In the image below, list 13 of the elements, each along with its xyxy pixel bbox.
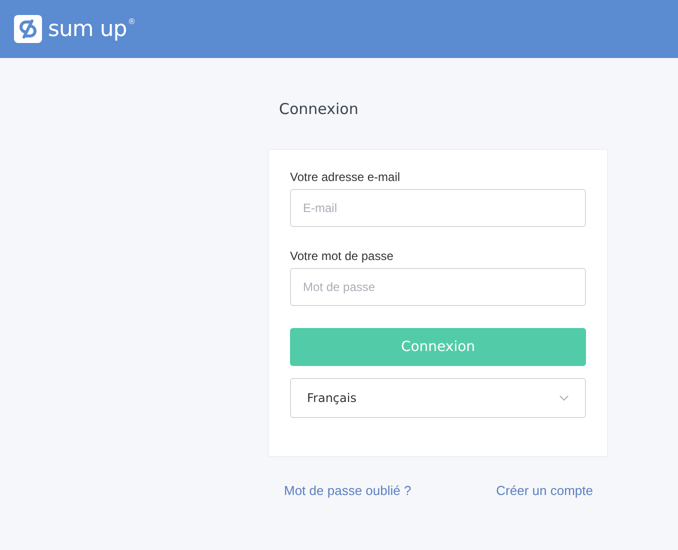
chevron-down-icon bbox=[559, 395, 569, 401]
email-field[interactable]: E-mail bbox=[290, 189, 586, 227]
page-title: Connexion bbox=[279, 100, 360, 120]
registered-mark: ® bbox=[128, 17, 135, 26]
password-field[interactable]: Mot de passe bbox=[290, 268, 586, 306]
language-select[interactable]: Français bbox=[290, 378, 586, 418]
field-label: Votre mot de passe bbox=[290, 249, 394, 263]
logo-icon bbox=[14, 15, 42, 43]
login-button[interactable]: Connexion bbox=[290, 328, 586, 366]
forgot-password-link[interactable]: Mot de passe oublié ? bbox=[284, 483, 412, 498]
field-label: Votre adresse e-mail bbox=[290, 170, 402, 184]
logo-text: sum up bbox=[48, 16, 127, 42]
create-account-link[interactable]: Créer un compte bbox=[496, 483, 593, 498]
